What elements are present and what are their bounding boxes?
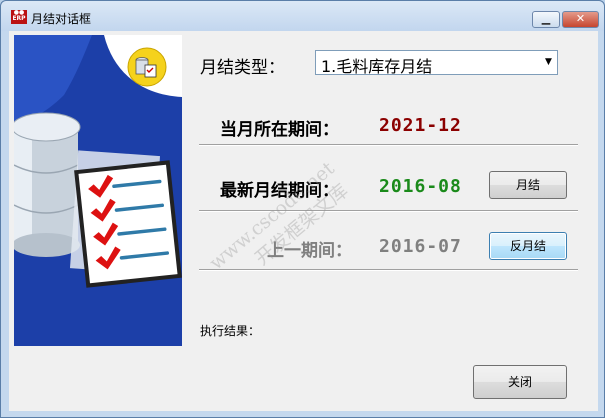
side-illustration xyxy=(14,35,182,346)
previous-period-value: 2016-07 xyxy=(379,236,462,257)
minimize-icon: ▁ xyxy=(541,12,551,25)
erp-icon: ●● ERP xyxy=(11,9,27,24)
checklist-icon xyxy=(69,150,182,288)
month-close-button[interactable]: 月结 xyxy=(489,171,567,199)
current-period-value: 2021-12 xyxy=(379,115,462,136)
result-label: 执行结果： xyxy=(200,324,261,338)
dropdown-arrow-icon[interactable]: ▼ xyxy=(540,51,557,74)
type-select-value: 1.毛料库存月结 xyxy=(321,57,433,76)
close-icon: ✕ xyxy=(575,12,586,25)
window-title: 月结对话框 xyxy=(31,12,92,26)
close-button[interactable]: 关闭 xyxy=(473,365,567,399)
title-bar[interactable]: ●● ERP 月结对话框 ▁ ✕ xyxy=(1,1,604,31)
current-period-label: 当月所在期间： xyxy=(220,120,339,140)
reverse-month-close-button[interactable]: 反月结 xyxy=(489,232,567,260)
latest-period-value: 2016-08 xyxy=(379,176,462,197)
calendar-db-badge-icon xyxy=(127,47,167,87)
separator-1 xyxy=(199,144,578,146)
type-select[interactable]: 1.毛料库存月结 ▼ xyxy=(315,50,558,76)
month-close-dialog: ●● ERP 月结对话框 ▁ ✕ 月结类型： 1.毛料库存月结 ▼ 当月所在期间… xyxy=(0,0,605,418)
type-label: 月结类型： xyxy=(200,58,285,78)
dialog-body: 月结类型： 1.毛料库存月结 ▼ 当月所在期间： 2021-12 最新月结期间：… xyxy=(9,31,598,411)
close-window-button[interactable]: ✕ xyxy=(562,11,599,28)
database-icon xyxy=(14,112,81,257)
minimize-button[interactable]: ▁ xyxy=(532,11,560,28)
